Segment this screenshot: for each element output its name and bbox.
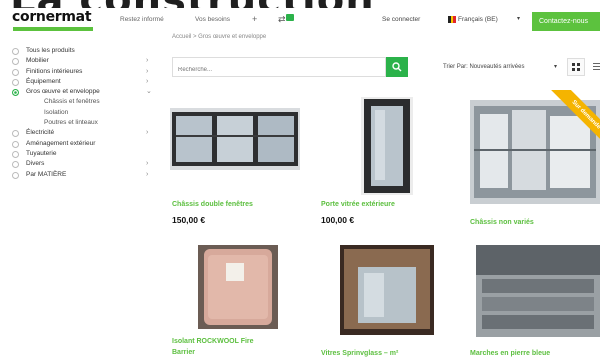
product-image-stone-steps[interactable]: [476, 245, 600, 337]
cart-icon: ⇄: [278, 14, 286, 24]
language-selector[interactable]: Français (BE): [458, 16, 498, 23]
sidebar-item[interactable]: Tous les produits: [12, 46, 162, 56]
nav-your-needs[interactable]: Vos besoins: [195, 16, 230, 23]
door-photo: [361, 97, 413, 195]
on-request-ribbon: Sur demande: [545, 90, 600, 156]
chevron-icon[interactable]: ›: [146, 170, 148, 180]
product-image-glass-door[interactable]: [361, 97, 413, 195]
sidebar-item[interactable]: Par MATIÈRE ›: [12, 170, 162, 180]
sort-selector[interactable]: Trier Par: Nouveautés arrivées: [443, 64, 524, 70]
sidebar-item-label: Électricité: [26, 129, 55, 137]
radio-icon[interactable]: [12, 68, 19, 76]
breadcrumb[interactable]: Accueil > Gros œuvre et enveloppe: [172, 34, 266, 40]
sidebar-item[interactable]: Châssis et fenêtres: [12, 97, 162, 107]
cart-badge: [286, 14, 294, 21]
radio-icon[interactable]: [12, 89, 19, 97]
banner-text: La construction: [10, 0, 375, 8]
product-title[interactable]: Marches en pierre bleue: [470, 350, 550, 357]
sidebar-item[interactable]: Tuyauterie: [12, 149, 162, 159]
search-icon: [392, 62, 402, 72]
radio-icon[interactable]: [12, 171, 19, 179]
site-logo[interactable]: cornermat: [12, 9, 92, 25]
product-image-rockwool[interactable]: [198, 245, 278, 329]
product-title[interactable]: Châssis double fenêtres: [172, 201, 253, 208]
radio-icon[interactable]: [12, 161, 19, 169]
window-photo: [170, 108, 300, 170]
ribbon-corner: Sur demande: [520, 90, 600, 170]
product-title[interactable]: Châssis non variés: [470, 219, 534, 226]
sidebar-item-label: Aménagement extérieur: [26, 139, 96, 147]
site-header: cornermat Restez informé Vos besoins + ⇄…: [0, 8, 600, 34]
search-button[interactable]: [386, 57, 408, 77]
sidebar-item-label: Mobilier: [26, 57, 49, 65]
chevron-down-icon: ▾: [517, 16, 521, 22]
product-image-double-window[interactable]: [170, 108, 300, 170]
sidebar-item-label: Tuyauterie: [26, 149, 57, 157]
cart-button[interactable]: ⇄: [278, 14, 294, 26]
nav-more-icon[interactable]: +: [252, 14, 257, 24]
chevron-icon[interactable]: ⌄: [146, 87, 152, 97]
product-title[interactable]: Porte vitrée extérieure: [321, 201, 395, 208]
sidebar-item[interactable]: Mobilier ›: [12, 56, 162, 66]
chevron-down-icon: ▾: [554, 64, 558, 70]
sidebar-item-label: Équipement: [26, 77, 61, 85]
radio-icon[interactable]: [12, 48, 19, 55]
radio-icon[interactable]: [12, 150, 19, 158]
chevron-icon[interactable]: ›: [146, 67, 148, 77]
chevron-icon[interactable]: ›: [146, 56, 148, 66]
sidebar-item[interactable]: Électricité ›: [12, 128, 162, 138]
login-link[interactable]: Se connecter: [382, 16, 420, 23]
search-box: [172, 57, 386, 79]
insulation-photo: [198, 245, 278, 329]
sidebar-item-label: Isolation: [44, 108, 69, 116]
sidebar-item-label: Par MATIÈRE: [26, 170, 67, 178]
sidebar-item[interactable]: Divers ›: [12, 159, 162, 169]
radio-icon[interactable]: [12, 140, 19, 148]
product-image-glass-panes[interactable]: [340, 245, 434, 335]
belgium-flag-icon: [448, 16, 457, 23]
sidebar-item-label: Gros œuvre et enveloppe: [26, 88, 100, 96]
radio-icon[interactable]: [12, 130, 19, 138]
radio-icon[interactable]: [12, 58, 19, 66]
sidebar-item[interactable]: Finitions intérieures ›: [12, 67, 162, 77]
stone-photo: [476, 245, 600, 337]
category-sidebar: Tous les produits Mobilier › Finitions inté…: [12, 46, 162, 180]
sidebar-item-label: Tous les produits: [26, 47, 75, 54]
sidebar-item-label: Poutres et linteaux: [44, 119, 98, 127]
logo-underline: [13, 27, 93, 31]
sidebar-item[interactable]: Aménagement extérieur: [12, 139, 162, 149]
radio-icon[interactable]: [12, 78, 19, 86]
sidebar-item[interactable]: Gros œuvre et enveloppe ⌄: [12, 87, 162, 97]
product-price: 100,00 €: [321, 215, 355, 225]
page-banner-heading: La construction: [0, 0, 600, 8]
product-title[interactable]: Vitres Sprinvglass – m²: [321, 350, 398, 357]
product-title-line2[interactable]: Barrier: [172, 349, 195, 356]
sidebar-item-label: Divers: [26, 160, 45, 168]
sidebar-item[interactable]: Poutres et linteaux: [12, 118, 162, 128]
contact-button[interactable]: Contactez-nous: [532, 12, 600, 31]
sidebar-item-label: Finitions intérieures: [26, 67, 83, 75]
sidebar-item-label: Châssis et fenêtres: [44, 98, 100, 106]
grid-view-button[interactable]: [567, 58, 585, 76]
chevron-icon[interactable]: ›: [146, 77, 148, 87]
product-price: 150,00 €: [172, 215, 206, 225]
glass-photo: [340, 245, 434, 335]
search-input[interactable]: [173, 61, 353, 79]
nav-stay-informed[interactable]: Restez informé: [120, 16, 164, 23]
list-view-button[interactable]: [589, 58, 600, 76]
sidebar-item[interactable]: Équipement ›: [12, 77, 162, 87]
product-title[interactable]: Isolant ROCKWOOL Fire: [172, 338, 254, 345]
chevron-icon[interactable]: ›: [146, 159, 148, 169]
sidebar-item[interactable]: Isolation: [12, 108, 162, 118]
chevron-icon[interactable]: ›: [146, 128, 148, 138]
